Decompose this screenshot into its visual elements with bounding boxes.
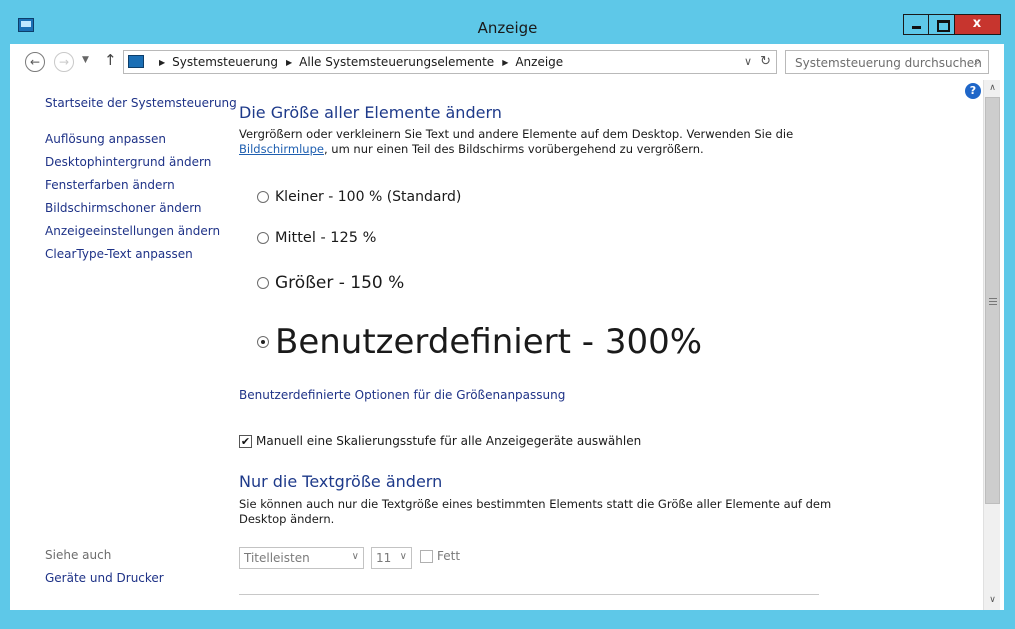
sidebar-item-screensaver[interactable]: Bildschirmschoner ändern [45, 201, 202, 215]
window-controls: x [903, 14, 1001, 35]
vertical-scrollbar[interactable]: ∧ ∨ [983, 80, 1000, 610]
close-icon: x [972, 16, 982, 31]
description-line-2: Bildschirmlupe, um nur einen Teil des Bi… [239, 142, 704, 157]
radio-smaller[interactable]: Kleiner - 100 % (Standard) [257, 189, 461, 205]
breadcrumb-item[interactable]: Systemsteuerung [172, 55, 278, 69]
close-button[interactable]: x [955, 14, 1001, 35]
sidebar-item-window-colors[interactable]: Fensterfarben ändern [45, 178, 175, 192]
sidebar-item-resolution[interactable]: Auflösung anpassen [45, 132, 166, 146]
divider [239, 594, 819, 595]
checkbox-label: Manuell eine Skalierungsstufe für alle A… [256, 434, 642, 448]
grip-icon [989, 298, 997, 305]
breadcrumb-item[interactable]: Anzeige [515, 55, 563, 69]
radio-button[interactable] [257, 277, 269, 289]
radio-larger[interactable]: Größer - 150 % [257, 273, 404, 293]
chevron-down-icon: ∨ [399, 551, 407, 562]
description-text: , um nur einen Teil des Bildschirms vorü… [323, 142, 704, 156]
chevron-right-icon[interactable]: ▶ [286, 58, 292, 67]
forward-button[interactable]: → [54, 52, 74, 72]
up-arrow-icon[interactable]: ↑ [104, 51, 117, 69]
minimize-button[interactable] [903, 14, 929, 35]
radio-button[interactable] [257, 191, 269, 203]
radio-button[interactable] [257, 232, 269, 244]
sidebar-item-home[interactable]: Startseite der Systemsteuerung [45, 96, 237, 110]
chevron-right-icon[interactable]: ▶ [159, 58, 165, 67]
magnifier-link[interactable]: Bildschirmlupe [239, 142, 324, 156]
radio-label: Kleiner - 100 % (Standard) [275, 189, 462, 205]
scroll-up-icon[interactable]: ∧ [984, 80, 1001, 96]
radio-label: Benutzerdefiniert - 300% [275, 322, 703, 362]
scrollbar-thumb[interactable] [985, 97, 1000, 504]
recent-locations-chevron-icon[interactable]: ▼ [82, 55, 89, 65]
bold-checkbox[interactable] [420, 549, 433, 563]
radio-label: Mittel - 125 % [275, 230, 377, 246]
manual-scaling-checkbox-row[interactable]: ✔ Manuell eine Skalierungsstufe für alle… [239, 434, 641, 448]
help-icon[interactable]: ? [965, 83, 981, 99]
section-title-text-size: Nur die Textgröße ändern [239, 472, 443, 491]
sidebar-item-background[interactable]: Desktophintergrund ändern [45, 155, 211, 169]
window: Anzeige x ← → ▼ ↑ ▶ Systemsteuerung ▶ Al… [0, 0, 1015, 629]
maximize-button[interactable] [929, 14, 955, 35]
font-size-select[interactable]: 11 ∨ [371, 547, 412, 569]
client-area: ← → ▼ ↑ ▶ Systemsteuerung ▶ Alle Systems… [10, 44, 1004, 610]
scroll-down-icon[interactable]: ∨ [984, 592, 1001, 608]
see-also-heading: Siehe auch [45, 548, 112, 562]
bold-checkbox-row[interactable]: Fett [420, 549, 460, 563]
sidebar-item-devices-printers[interactable]: Geräte und Drucker [45, 571, 164, 585]
breadcrumb-item[interactable]: Alle Systemsteuerungselemente [299, 55, 494, 69]
description-line-1: Vergrößern oder verkleinern Sie Text und… [239, 127, 794, 141]
search-placeholder: Systemsteuerung durchsuchen [795, 56, 982, 70]
radio-button-selected[interactable] [257, 336, 269, 348]
breadcrumb: ▶ Systemsteuerung ▶ Alle Systemsteuerung… [151, 55, 563, 69]
manual-scaling-checkbox[interactable]: ✔ [239, 434, 252, 448]
refresh-icon[interactable]: ↻ [760, 54, 771, 69]
chevron-down-icon[interactable]: ∨ [744, 55, 752, 68]
font-size-select-value: 11 [376, 551, 392, 565]
search-input[interactable]: Systemsteuerung durchsuchen ⌕ [785, 50, 989, 74]
radio-custom[interactable]: Benutzerdefiniert - 300% [257, 322, 702, 362]
control-panel-icon [128, 55, 144, 68]
radio-medium[interactable]: Mittel - 125 % [257, 230, 376, 246]
bold-label: Fett [437, 549, 461, 563]
window-title: Anzeige [477, 19, 538, 37]
page-title: Die Größe aller Elemente ändern [239, 103, 502, 122]
element-select[interactable]: Titelleisten ∨ [239, 547, 364, 569]
title-bar[interactable]: Anzeige x [0, 0, 1015, 44]
custom-sizing-options-link[interactable]: Benutzerdefinierte Optionen für die Größ… [239, 388, 565, 402]
navigation-bar: ← → ▼ ↑ ▶ Systemsteuerung ▶ Alle Systems… [10, 44, 1004, 80]
back-button[interactable]: ← [25, 52, 45, 72]
radio-label: Größer - 150 % [275, 273, 405, 293]
search-icon[interactable]: ⌕ [974, 54, 981, 69]
text-size-description-line-1: Sie können auch nur die Textgröße eines … [239, 497, 832, 511]
element-select-value: Titelleisten [244, 551, 310, 565]
address-bar[interactable]: ▶ Systemsteuerung ▶ Alle Systemsteuerung… [123, 50, 777, 74]
sidebar-item-cleartype[interactable]: ClearType-Text anpassen [45, 247, 193, 261]
text-size-description-line-2: Desktop ändern. [239, 512, 335, 526]
chevron-right-icon[interactable]: ▶ [502, 58, 508, 67]
sidebar-item-display-settings[interactable]: Anzeigeeinstellungen ändern [45, 224, 220, 238]
chevron-down-icon: ∨ [351, 551, 359, 562]
